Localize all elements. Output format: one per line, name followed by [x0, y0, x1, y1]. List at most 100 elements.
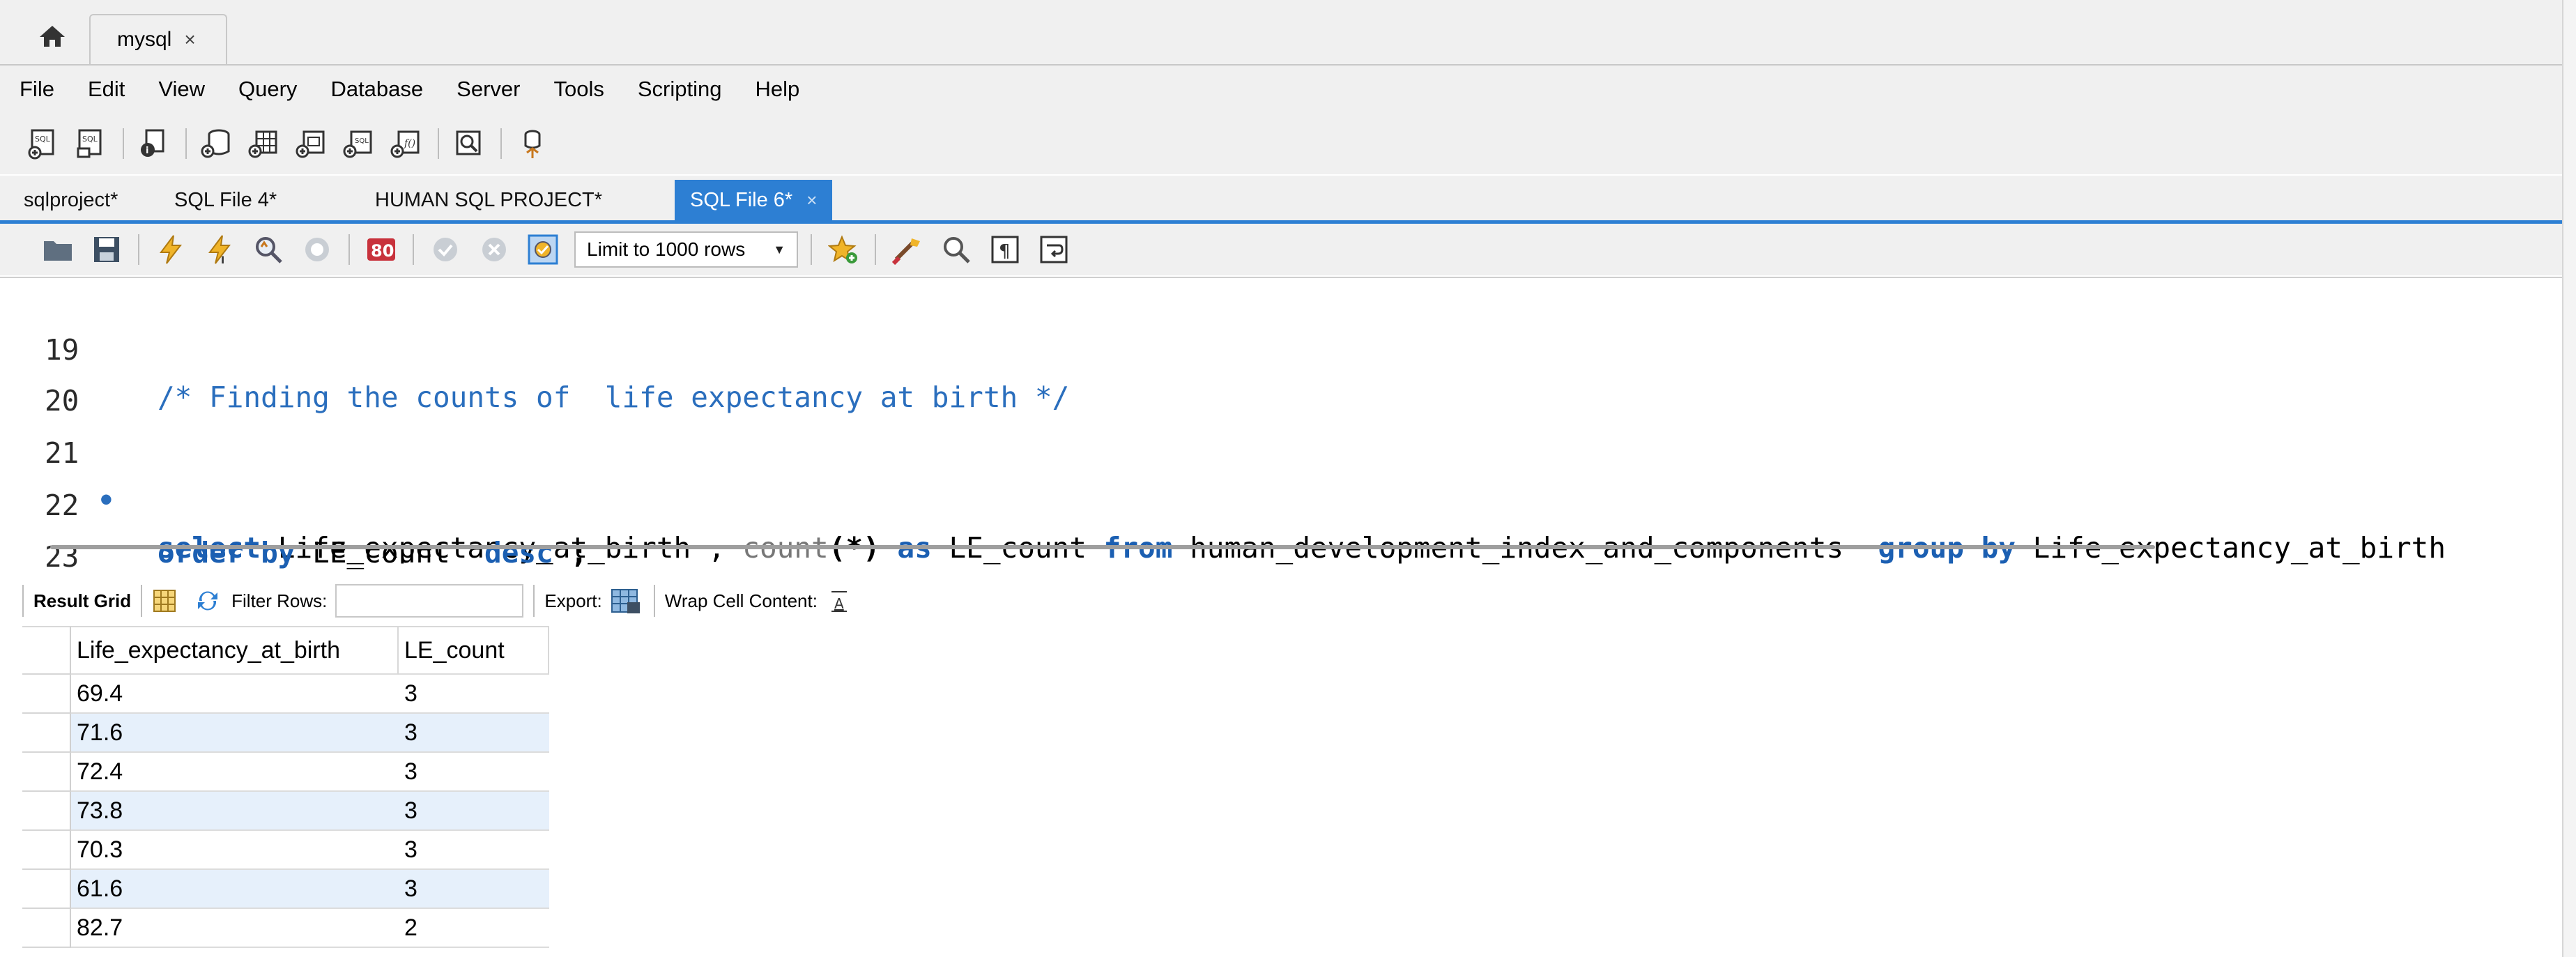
filter-rows-input[interactable]: [335, 584, 524, 618]
refresh-filter-icon[interactable]: [194, 588, 222, 613]
table-row[interactable]: 69.4 3: [22, 675, 570, 714]
reconnect-icon[interactable]: [513, 125, 551, 162]
svg-text:SQL: SQL: [35, 135, 51, 144]
table-cell[interactable]: 70.3: [71, 831, 399, 870]
svg-text:¶: ¶: [999, 241, 1011, 262]
home-icon[interactable]: [28, 15, 77, 57]
export-icon[interactable]: [611, 587, 641, 615]
execute-icon[interactable]: [153, 232, 188, 267]
column-header-le-count[interactable]: LE_count: [399, 626, 549, 675]
table-cell[interactable]: 2: [399, 909, 549, 948]
svg-text:80: 80: [371, 241, 394, 261]
menu-query[interactable]: Query: [219, 77, 311, 102]
menu-view[interactable]: View: [139, 77, 219, 102]
table-cell[interactable]: 73.8: [71, 792, 399, 831]
beautify-icon[interactable]: [890, 232, 925, 267]
commit-icon[interactable]: [428, 232, 463, 267]
table-cell[interactable]: 82.7: [71, 909, 399, 948]
table-cell[interactable]: 3: [399, 792, 549, 831]
table-cell[interactable]: 3: [399, 870, 549, 909]
row-gutter[interactable]: [22, 753, 71, 792]
table-cell[interactable]: 71.6: [71, 714, 399, 753]
row-gutter: [22, 626, 71, 675]
tab-sql-file-6[interactable]: SQL File 6* ×: [675, 180, 833, 220]
editor-horizontal-scrollbar[interactable]: [50, 545, 2155, 549]
menu-help[interactable]: Help: [735, 77, 813, 102]
word-wrap-icon[interactable]: [1036, 232, 1071, 267]
table-row[interactable]: 61.6 3: [22, 870, 570, 909]
toggle-error-icon[interactable]: 80: [364, 232, 399, 267]
search-table-data-icon[interactable]: [450, 125, 488, 162]
table-cell[interactable]: 3: [399, 831, 549, 870]
inspector-icon[interactable]: i: [135, 125, 173, 162]
stop-icon[interactable]: [300, 232, 335, 267]
result-grid-tab[interactable]: Result Grid: [33, 590, 131, 612]
table-row[interactable]: 82.7 2: [22, 909, 570, 948]
invisible-chars-icon[interactable]: ¶: [988, 232, 1022, 267]
sql-editor[interactable]: 19 /* Finding the counts of life expecta…: [0, 277, 2576, 574]
table-cell[interactable]: 3: [399, 753, 549, 792]
row-gutter[interactable]: [22, 792, 71, 831]
menu-file[interactable]: File: [0, 77, 68, 102]
create-view-icon[interactable]: [293, 125, 330, 162]
table-row[interactable]: 72.4 3: [22, 753, 570, 792]
open-folder-icon[interactable]: [40, 232, 75, 267]
code-token: ;: [553, 536, 588, 569]
create-schema-icon[interactable]: [198, 125, 236, 162]
close-icon[interactable]: ×: [806, 190, 817, 211]
tab-label: SQL File 6*: [690, 188, 793, 211]
toolbar-divider: [875, 234, 877, 265]
wrap-cell-label: Wrap Cell Content:: [664, 590, 818, 611]
tab-human-sql-project[interactable]: HUMAN SQL PROJECT*: [375, 180, 602, 220]
table-row[interactable]: 73.8 3: [22, 792, 570, 831]
limit-rows-select[interactable]: Limit to 1000 rows ▼: [574, 231, 799, 268]
menu-database[interactable]: Database: [311, 77, 437, 102]
tab-label: sqlproject*: [24, 188, 118, 211]
save-icon[interactable]: [89, 232, 124, 267]
table-cell[interactable]: 3: [399, 714, 549, 753]
explain-icon[interactable]: [251, 232, 286, 267]
row-gutter[interactable]: [22, 675, 71, 714]
table-cell[interactable]: 72.4: [71, 753, 399, 792]
grid-view-icon[interactable]: [152, 588, 177, 613]
create-procedure-icon[interactable]: SQL: [340, 125, 378, 162]
menu-server[interactable]: Server: [437, 77, 534, 102]
result-grid: Life_expectancy_at_birth LE_count 69.4 3…: [22, 626, 570, 948]
open-sql-file-icon[interactable]: SQL: [72, 125, 110, 162]
close-icon[interactable]: ×: [184, 29, 195, 51]
code-line: 23: [0, 486, 2576, 574]
table-cell[interactable]: 61.6: [71, 870, 399, 909]
add-snippet-icon[interactable]: [826, 232, 861, 267]
filter-rows-label: Filter Rows:: [231, 590, 328, 611]
row-gutter[interactable]: [22, 909, 71, 948]
create-table-icon[interactable]: [245, 125, 283, 162]
autocommit-icon[interactable]: [526, 232, 560, 267]
new-sql-tab-icon[interactable]: SQL: [25, 125, 63, 162]
svg-text:I: I: [221, 255, 224, 265]
row-gutter[interactable]: [22, 831, 71, 870]
table-row[interactable]: 70.3 3: [22, 831, 570, 870]
table-row[interactable]: 71.6 3: [22, 714, 570, 753]
table-cell[interactable]: 69.4: [71, 675, 399, 714]
tab-sql-file-4[interactable]: SQL File 4*: [174, 180, 277, 220]
code-text: order by LE_count desc ;: [158, 529, 588, 576]
tab-sqlproject[interactable]: sqlproject*: [24, 180, 118, 220]
table-cell[interactable]: 3: [399, 675, 549, 714]
connection-tab[interactable]: mysql ×: [89, 14, 227, 64]
rollback-icon[interactable]: [477, 232, 512, 267]
sql-editor-toolbar: I 80 Limit to 1000 rows ▼ ¶: [0, 224, 2576, 275]
tab-label: HUMAN SQL PROJECT*: [375, 188, 603, 211]
svg-text:i: i: [146, 146, 148, 156]
row-gutter[interactable]: [22, 714, 71, 753]
menu-tools[interactable]: Tools: [534, 77, 618, 102]
menu-edit[interactable]: Edit: [68, 77, 139, 102]
row-gutter[interactable]: [22, 870, 71, 909]
execute-current-icon[interactable]: I: [202, 232, 237, 267]
menu-scripting[interactable]: Scripting: [618, 77, 736, 102]
column-header-life-expectancy[interactable]: Life_expectancy_at_birth: [71, 626, 399, 675]
wrap-cell-icon[interactable]: A: [829, 589, 850, 613]
find-replace-icon[interactable]: [939, 232, 974, 267]
svg-text:f(): f(): [404, 138, 415, 149]
toolbar-divider: [438, 128, 439, 159]
create-function-icon[interactable]: f(): [388, 125, 425, 162]
